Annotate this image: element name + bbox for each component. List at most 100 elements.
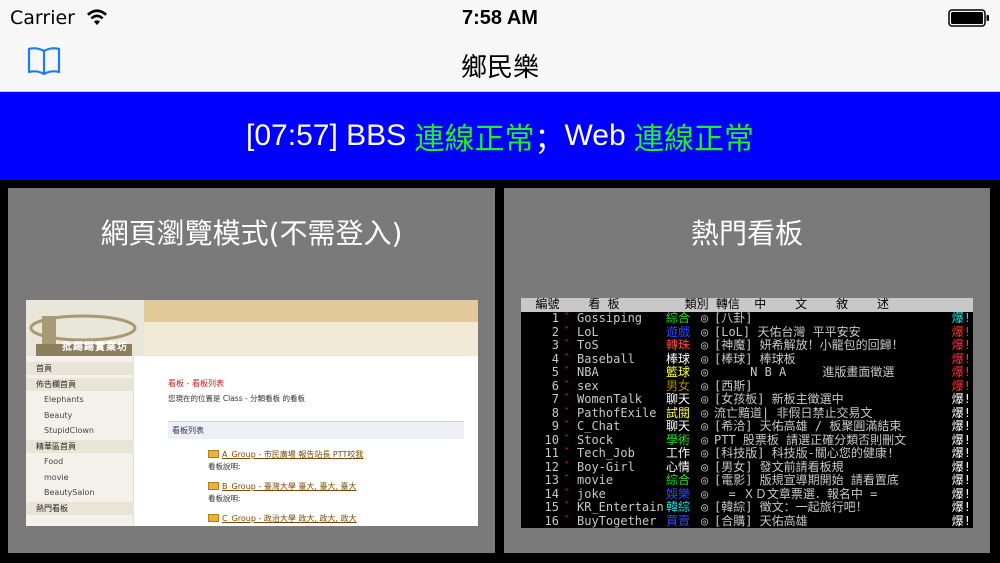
folder-icon	[208, 482, 219, 490]
group-link[interactable]: B_Group - 臺灣大學 臺大, 臺大, 臺大	[208, 481, 357, 492]
sidebar-link[interactable]: Beauty	[26, 409, 134, 422]
hot-board-row[interactable]: 15 ˇ KR_Entertain 韓綜 ◎ [韓綜] 徵文：一起旅行吧！ 爆!	[521, 500, 973, 515]
hot-board-row[interactable]: 11 ˇ Tech_Job 工作 ◎ [科技版] 科技版-關心您的健康! 爆!	[521, 446, 973, 461]
board-name: Boy-Girl	[577, 459, 635, 474]
group-name[interactable]: B_Group	[222, 482, 256, 491]
forward-circle-icon: ◎	[701, 513, 709, 528]
new-post-marker-icon: ˇ	[563, 392, 571, 406]
web-preview-sidebar: 首頁佈告欄首頁 Elephants Beauty StupidClown 精華區首頁 Fo…	[26, 356, 134, 526]
forward-circle-icon: ◎	[701, 419, 709, 433]
group-desc-label: 看板說明:	[208, 494, 241, 503]
board-description: [棒球] 棒球板	[714, 351, 796, 366]
board-description: [科技版] 科技版-關心您的健康!	[714, 446, 895, 460]
connection-status-banner: [07:57] BBS 連線正常； Web 連線正常	[0, 92, 1000, 180]
top-bar: Carrier 7:58 AM 鄉民樂	[0, 0, 1000, 92]
web-preview-thumbnail[interactable]: 批踢踢實業坊 首頁佈告欄首頁 Elephants Beauty StupidClown…	[26, 300, 478, 526]
new-post-marker-icon: ˇ	[563, 513, 571, 528]
folder-icon	[208, 514, 219, 522]
hot-board-row[interactable]: 6 ˇ sex 男女 ◎ [西斯] 爆!	[521, 378, 973, 394]
hot-board-row[interactable]: 8 ˇ PathofExile 試閱 ◎ 流亡黯道| 非假日禁止交易文 爆!	[521, 405, 973, 421]
hot-board-row[interactable]: 1 ˇ Gossiping 綜合 ◎ [八卦] 爆!	[521, 311, 973, 326]
hot-board-row[interactable]: 16 ˇ BuyTogether 買賣 ◎ [合購] 天佑高雄 爆!	[521, 513, 973, 529]
hot-board-row[interactable]: 14 ˇ joke 娛樂 ◎ = ＸＤ文章票選．報名中 = 爆!	[521, 487, 973, 502]
forward-circle-icon: ◎	[701, 338, 709, 352]
sidebar-link[interactable]: Food	[26, 455, 134, 468]
hot-board-row[interactable]: 9 ˇ C_Chat 聊天 ◎ [希洽] 天佑高雄 / 板聚圓滿結束 爆!	[521, 419, 973, 434]
breadcrumb-title: 看板 - 看板列表	[168, 379, 224, 388]
hot-board-row[interactable]: 4 ˇ Baseball 棒球 ◎ [棒球] 棒球板 爆!	[521, 351, 973, 367]
board-description: N B A 進版畫面徵選	[714, 365, 895, 379]
board-number: 11	[544, 446, 559, 460]
web-browse-mode-panel[interactable]: 網頁瀏覽模式(不需登入) 批踢踢實業坊 首頁 佈告欄首頁 Elephants Beau…	[8, 188, 495, 553]
popularity-badge: 爆!	[951, 378, 971, 393]
hot-board-row[interactable]: 3 ˇ ToS 轉珠 ◎ [神魔] 妍希解放！小龍包的回歸！ 爆!	[521, 338, 973, 353]
board-number: 15	[544, 500, 559, 514]
board-number: 5	[551, 365, 559, 379]
ptt-logo: 批踢踢實業坊	[26, 300, 144, 356]
hot-board-row[interactable]: 5 ˇ NBA 籃球 ◎ N B A 進版畫面徵選 爆!	[521, 365, 973, 380]
sidebar-link[interactable]: 熱門看板	[26, 501, 134, 515]
board-name: Stock	[577, 432, 614, 447]
popularity-badge: 爆!	[951, 513, 971, 528]
board-number: 8	[551, 405, 559, 420]
group-name[interactable]: C_Group	[222, 514, 256, 523]
hot-board-row[interactable]: 13 ˇ movie 綜合 ◎ [電影] 版規宣導期開始 請看置底 爆!	[521, 473, 973, 488]
hot-boards-panel[interactable]: 熱門看板 編號 看 板 類別 轉信 中 文 敘 述 人氣 1ˇGossiping…	[504, 188, 990, 553]
battery-icon	[948, 9, 989, 27]
board-description: [合購] 天佑高雄	[714, 513, 808, 528]
hot-board-row[interactable]: 7 ˇ WomenTalk 聊天 ◎ [女孩板] 新板主徵選中 爆!	[521, 392, 973, 407]
group-link[interactable]: C_Group - 政治大學 政大, 政大, 政大	[208, 513, 357, 524]
forward-circle-icon: ◎	[701, 405, 709, 420]
board-class: 聊天	[666, 419, 691, 433]
forward-circle-icon: ◎	[701, 500, 709, 514]
new-post-marker-icon: ˇ	[563, 365, 571, 379]
hot-board-row[interactable]: 12 ˇ Boy-Girl 心情 ◎ [男女] 發文前請看板規 爆!	[521, 459, 973, 475]
popularity-badge: 爆!	[951, 392, 971, 406]
popularity-badge: 爆!	[951, 500, 971, 514]
sidebar-link[interactable]: BeautySalon	[26, 486, 134, 499]
forward-circle-icon: ◎	[701, 432, 709, 447]
group-name[interactable]: A_Group	[222, 450, 256, 459]
board-number: 2	[551, 324, 559, 339]
group-link[interactable]: A_Group - 市民廣場 報告站長 PTT咬我	[208, 449, 363, 460]
board-number: 12	[544, 459, 559, 474]
board-description: [神魔] 妍希解放！小龍包的回歸！	[714, 338, 904, 352]
sidebar-link[interactable]: movie	[26, 471, 134, 484]
board-description: 流亡黯道| 非假日禁止交易文	[714, 405, 873, 420]
board-class: 工作	[666, 446, 691, 460]
board-class: 棒球	[666, 351, 691, 366]
sidebar-link[interactable]: Elephants	[26, 393, 134, 406]
board-name: KR_Entertain	[577, 500, 664, 514]
sidebar-link[interactable]: 精華區首頁	[26, 439, 134, 453]
hot-boards-terminal[interactable]: 編號 看 板 類別 轉信 中 文 敘 述 人氣 1ˇGossiping綜合◎[八…	[521, 298, 973, 528]
board-description: [女孩板] 新板主徵選中	[714, 392, 844, 406]
sidebar-link[interactable]: 佈告欄首頁	[26, 377, 134, 391]
board-description: PTT 股票板 請選正確分類否則刪文	[714, 432, 907, 447]
hot-board-row[interactable]: 2 ˇ LoL 遊戲 ◎ [LoL] 天佑台灣 平平安安 爆!	[521, 324, 973, 340]
breadcrumb-path: 您現在的位置是 Class - 分類看板 的看板	[168, 394, 305, 403]
board-name: WomenTalk	[577, 392, 643, 406]
popularity-badge: 爆!	[951, 419, 971, 433]
board-number: 3	[551, 338, 559, 352]
board-description: [韓綜] 徵文：一起旅行吧！	[714, 500, 868, 514]
group-desc-label: 看板說明:	[208, 525, 241, 526]
new-post-marker-icon: ˇ	[563, 432, 571, 447]
sidebar-link[interactable]: 首頁	[26, 362, 134, 375]
board-number: 10	[544, 432, 559, 447]
hot-board-row[interactable]: 10 ˇ Stock 學術 ◎ PTT 股票板 請選正確分類否則刪文 爆!	[521, 432, 973, 448]
board-class: 買賣	[666, 513, 691, 528]
group-desc-label: 看板說明:	[208, 462, 241, 471]
board-class: 遊戲	[666, 324, 691, 339]
forward-circle-icon: ◎	[701, 311, 709, 325]
forward-circle-icon: ◎	[701, 459, 709, 474]
sidebar-link[interactable]: StupidClown	[26, 424, 134, 437]
new-post-marker-icon: ˇ	[563, 324, 571, 339]
logo-text: 批踢踢實業坊	[62, 342, 128, 353]
header-band	[144, 300, 478, 322]
board-class: 綜合	[666, 473, 691, 487]
bbs-status: 連線正常	[414, 123, 535, 156]
board-description: [西斯]	[714, 378, 753, 393]
popularity-badge: 爆!	[951, 473, 971, 487]
forward-circle-icon: ◎	[701, 365, 709, 379]
board-description: [LoL] 天佑台灣 平平安安	[714, 324, 861, 339]
